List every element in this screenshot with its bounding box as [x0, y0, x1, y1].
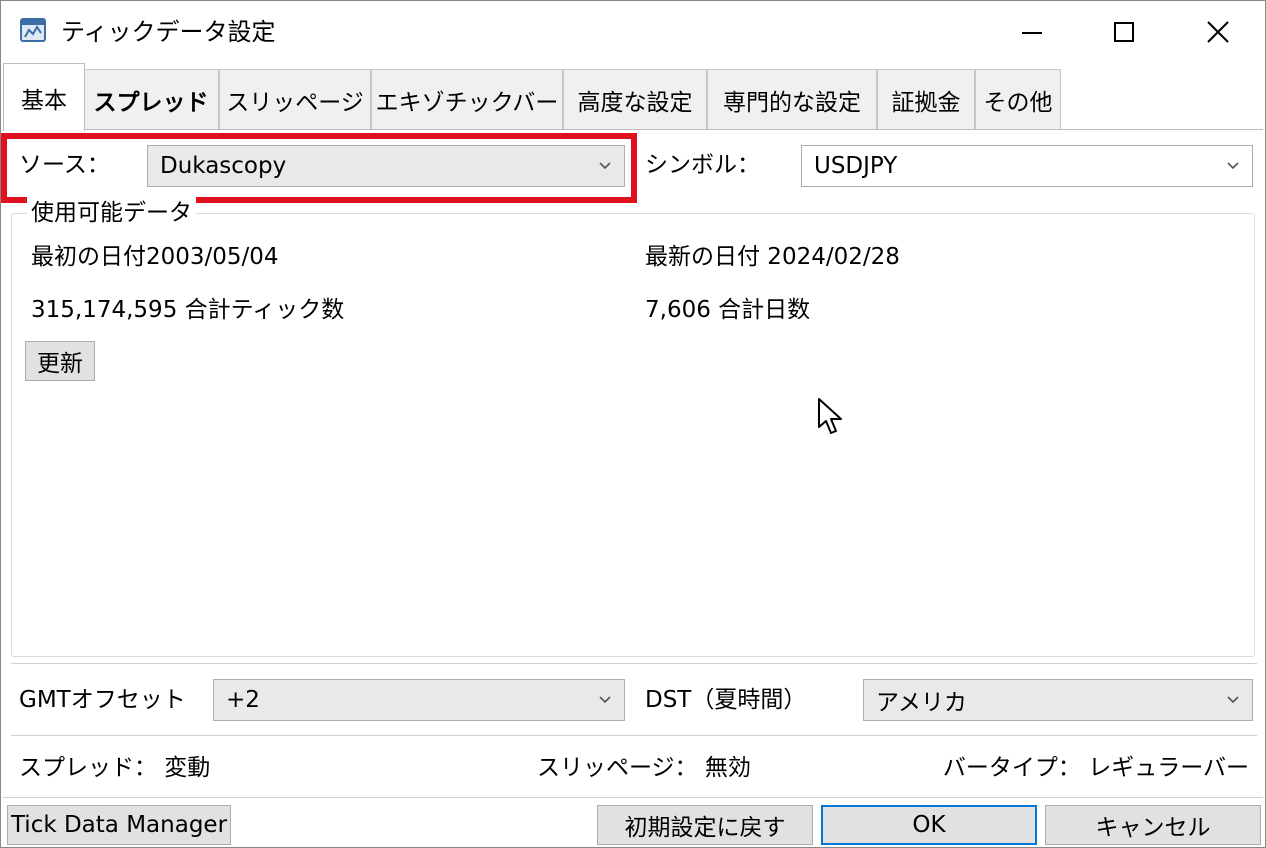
- total-days-text: 7,606 合計日数: [645, 297, 811, 323]
- dst-dropdown[interactable]: アメリカ: [863, 679, 1253, 721]
- gmt-offset-value: +2: [226, 687, 260, 713]
- close-icon: [1207, 21, 1229, 43]
- bar-type-status: バータイプ： レギュラーバー: [942, 755, 1249, 781]
- mouse-cursor-icon: [818, 398, 842, 434]
- chevron-down-icon: [599, 696, 611, 704]
- close-button[interactable]: [1171, 1, 1265, 63]
- available-data-legend: 使用可能データ: [27, 197, 196, 229]
- separator: [11, 663, 1257, 664]
- tick-data-settings-window: ティックデータ設定 基本 スプレッド スリッページ エキゾチックバー 高度な設定…: [0, 0, 1266, 848]
- slippage-status: スリッページ： 無効: [537, 755, 751, 781]
- tab-advanced[interactable]: 高度な設定: [563, 69, 707, 129]
- tab-expert[interactable]: 専門的な設定: [707, 69, 877, 129]
- last-date-text: 最新の日付 2024/02/28: [645, 244, 900, 270]
- reset-defaults-button[interactable]: 初期設定に戻す: [597, 805, 813, 845]
- refresh-button[interactable]: 更新: [25, 341, 95, 381]
- tab-exotic-bar[interactable]: エキゾチックバー: [371, 69, 563, 129]
- tab-label: 専門的な設定: [723, 89, 861, 116]
- tab-label: 基本: [21, 87, 67, 114]
- available-data-group: [11, 213, 1255, 657]
- app-chart-icon: [20, 18, 46, 42]
- title-bar: ティックデータ設定: [1, 1, 1265, 63]
- dst-value: アメリカ: [876, 690, 967, 716]
- cancel-button[interactable]: キャンセル: [1045, 805, 1261, 845]
- ok-button[interactable]: OK: [821, 805, 1037, 845]
- tab-label: 高度な設定: [577, 89, 693, 116]
- gmt-offset-label: GMTオフセット: [19, 687, 186, 713]
- highlight-box: [1, 133, 637, 203]
- tab-label: スプレッド: [93, 89, 209, 116]
- maximize-icon: [1114, 22, 1134, 42]
- tab-label: その他: [983, 89, 1053, 116]
- maximize-button[interactable]: [1077, 1, 1171, 63]
- separator: [11, 735, 1257, 736]
- first-date-text: 最初の日付2003/05/04: [31, 244, 279, 270]
- chevron-down-icon: [1227, 162, 1239, 170]
- tab-spread[interactable]: スプレッド: [83, 69, 219, 129]
- tab-margin[interactable]: 証拠金: [877, 69, 975, 129]
- window-title: ティックデータ設定: [61, 18, 276, 46]
- chevron-down-icon: [1227, 696, 1239, 704]
- tab-label: 証拠金: [891, 89, 961, 116]
- spread-status: スプレッド： 変動: [19, 755, 211, 781]
- symbol-label: シンボル：: [645, 152, 760, 178]
- tab-label: スリッページ: [226, 89, 364, 116]
- minimize-icon: [1022, 32, 1042, 34]
- symbol-value: USDJPY: [814, 153, 898, 179]
- tab-other[interactable]: その他: [975, 69, 1061, 129]
- tick-data-manager-button[interactable]: Tick Data Manager: [7, 805, 231, 845]
- separator: [3, 797, 1263, 798]
- symbol-dropdown[interactable]: USDJPY: [801, 145, 1253, 187]
- tab-slippage[interactable]: スリッページ: [219, 69, 371, 129]
- tab-label: エキゾチックバー: [375, 89, 559, 116]
- gmt-offset-dropdown[interactable]: +2: [213, 679, 625, 721]
- total-ticks-text: 315,174,595 合計ティック数: [31, 297, 345, 323]
- minimize-button[interactable]: [985, 1, 1079, 63]
- tab-basic[interactable]: 基本: [3, 63, 85, 131]
- dst-label: DST（夏時間）: [645, 687, 807, 713]
